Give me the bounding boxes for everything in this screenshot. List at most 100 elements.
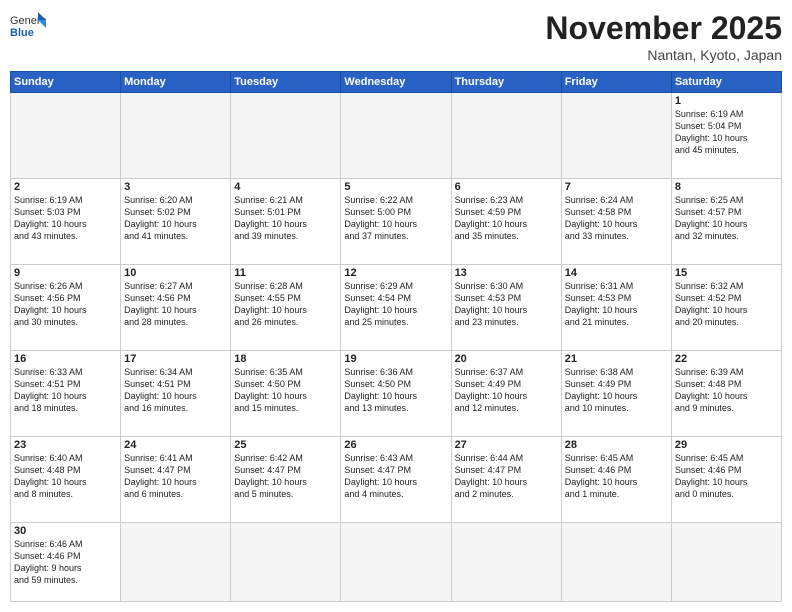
table-row: 23Sunrise: 6:40 AM Sunset: 4:48 PM Dayli…	[11, 436, 121, 522]
day-info: Sunrise: 6:29 AM Sunset: 4:54 PM Dayligh…	[344, 280, 447, 329]
table-row	[121, 93, 231, 179]
day-number: 6	[455, 181, 558, 193]
table-row: 29Sunrise: 6:45 AM Sunset: 4:46 PM Dayli…	[671, 436, 781, 522]
table-row: 27Sunrise: 6:44 AM Sunset: 4:47 PM Dayli…	[451, 436, 561, 522]
table-row	[451, 522, 561, 601]
day-number: 10	[124, 267, 227, 279]
table-row: 20Sunrise: 6:37 AM Sunset: 4:49 PM Dayli…	[451, 350, 561, 436]
day-number: 14	[565, 267, 668, 279]
day-number: 5	[344, 181, 447, 193]
table-row	[121, 522, 231, 601]
day-info: Sunrise: 6:41 AM Sunset: 4:47 PM Dayligh…	[124, 452, 227, 501]
table-row: 22Sunrise: 6:39 AM Sunset: 4:48 PM Dayli…	[671, 350, 781, 436]
day-number: 20	[455, 353, 558, 365]
col-saturday: Saturday	[671, 72, 781, 93]
day-number: 11	[234, 267, 337, 279]
day-number: 1	[675, 95, 778, 107]
day-info: Sunrise: 6:24 AM Sunset: 4:58 PM Dayligh…	[565, 194, 668, 243]
page: General Blue November 2025 Nantan, Kyoto…	[0, 0, 792, 612]
table-row: 5Sunrise: 6:22 AM Sunset: 5:00 PM Daylig…	[341, 178, 451, 264]
day-info: Sunrise: 6:34 AM Sunset: 4:51 PM Dayligh…	[124, 366, 227, 415]
day-info: Sunrise: 6:19 AM Sunset: 5:03 PM Dayligh…	[14, 194, 117, 243]
day-info: Sunrise: 6:42 AM Sunset: 4:47 PM Dayligh…	[234, 452, 337, 501]
table-row: 10Sunrise: 6:27 AM Sunset: 4:56 PM Dayli…	[121, 264, 231, 350]
col-wednesday: Wednesday	[341, 72, 451, 93]
table-row	[11, 93, 121, 179]
day-number: 18	[234, 353, 337, 365]
day-info: Sunrise: 6:26 AM Sunset: 4:56 PM Dayligh…	[14, 280, 117, 329]
table-row: 19Sunrise: 6:36 AM Sunset: 4:50 PM Dayli…	[341, 350, 451, 436]
day-info: Sunrise: 6:19 AM Sunset: 5:04 PM Dayligh…	[675, 108, 778, 157]
day-number: 25	[234, 439, 337, 451]
logo: General Blue	[10, 10, 46, 38]
day-number: 19	[344, 353, 447, 365]
table-row: 26Sunrise: 6:43 AM Sunset: 4:47 PM Dayli…	[341, 436, 451, 522]
day-info: Sunrise: 6:30 AM Sunset: 4:53 PM Dayligh…	[455, 280, 558, 329]
table-row: 8Sunrise: 6:25 AM Sunset: 4:57 PM Daylig…	[671, 178, 781, 264]
table-row: 18Sunrise: 6:35 AM Sunset: 4:50 PM Dayli…	[231, 350, 341, 436]
table-row: 7Sunrise: 6:24 AM Sunset: 4:58 PM Daylig…	[561, 178, 671, 264]
day-number: 24	[124, 439, 227, 451]
table-row	[451, 93, 561, 179]
day-info: Sunrise: 6:21 AM Sunset: 5:01 PM Dayligh…	[234, 194, 337, 243]
table-row	[561, 522, 671, 601]
table-row: 25Sunrise: 6:42 AM Sunset: 4:47 PM Dayli…	[231, 436, 341, 522]
col-friday: Friday	[561, 72, 671, 93]
day-info: Sunrise: 6:40 AM Sunset: 4:48 PM Dayligh…	[14, 452, 117, 501]
title-block: November 2025 Nantan, Kyoto, Japan	[545, 10, 782, 63]
table-row: 4Sunrise: 6:21 AM Sunset: 5:01 PM Daylig…	[231, 178, 341, 264]
logo-icon: General Blue	[10, 10, 46, 38]
table-row: 16Sunrise: 6:33 AM Sunset: 4:51 PM Dayli…	[11, 350, 121, 436]
day-number: 17	[124, 353, 227, 365]
day-info: Sunrise: 6:45 AM Sunset: 4:46 PM Dayligh…	[675, 452, 778, 501]
day-info: Sunrise: 6:28 AM Sunset: 4:55 PM Dayligh…	[234, 280, 337, 329]
table-row: 15Sunrise: 6:32 AM Sunset: 4:52 PM Dayli…	[671, 264, 781, 350]
day-number: 26	[344, 439, 447, 451]
day-number: 16	[14, 353, 117, 365]
table-row	[231, 522, 341, 601]
day-info: Sunrise: 6:33 AM Sunset: 4:51 PM Dayligh…	[14, 366, 117, 415]
day-info: Sunrise: 6:36 AM Sunset: 4:50 PM Dayligh…	[344, 366, 447, 415]
day-number: 28	[565, 439, 668, 451]
day-number: 22	[675, 353, 778, 365]
col-tuesday: Tuesday	[231, 72, 341, 93]
day-number: 15	[675, 267, 778, 279]
day-info: Sunrise: 6:45 AM Sunset: 4:46 PM Dayligh…	[565, 452, 668, 501]
table-row: 12Sunrise: 6:29 AM Sunset: 4:54 PM Dayli…	[341, 264, 451, 350]
day-number: 27	[455, 439, 558, 451]
table-row: 17Sunrise: 6:34 AM Sunset: 4:51 PM Dayli…	[121, 350, 231, 436]
day-info: Sunrise: 6:32 AM Sunset: 4:52 PM Dayligh…	[675, 280, 778, 329]
table-row	[231, 93, 341, 179]
day-number: 8	[675, 181, 778, 193]
day-info: Sunrise: 6:23 AM Sunset: 4:59 PM Dayligh…	[455, 194, 558, 243]
day-number: 12	[344, 267, 447, 279]
day-number: 21	[565, 353, 668, 365]
table-row: 21Sunrise: 6:38 AM Sunset: 4:49 PM Dayli…	[561, 350, 671, 436]
table-row	[671, 522, 781, 601]
table-row: 28Sunrise: 6:45 AM Sunset: 4:46 PM Dayli…	[561, 436, 671, 522]
day-number: 9	[14, 267, 117, 279]
day-info: Sunrise: 6:31 AM Sunset: 4:53 PM Dayligh…	[565, 280, 668, 329]
weekday-header-row: Sunday Monday Tuesday Wednesday Thursday…	[11, 72, 782, 93]
table-row: 13Sunrise: 6:30 AM Sunset: 4:53 PM Dayli…	[451, 264, 561, 350]
day-info: Sunrise: 6:22 AM Sunset: 5:00 PM Dayligh…	[344, 194, 447, 243]
calendar-week-row: 2Sunrise: 6:19 AM Sunset: 5:03 PM Daylig…	[11, 178, 782, 264]
calendar-week-row: 16Sunrise: 6:33 AM Sunset: 4:51 PM Dayli…	[11, 350, 782, 436]
col-sunday: Sunday	[11, 72, 121, 93]
day-number: 13	[455, 267, 558, 279]
calendar-week-row: 1Sunrise: 6:19 AM Sunset: 5:04 PM Daylig…	[11, 93, 782, 179]
day-info: Sunrise: 6:37 AM Sunset: 4:49 PM Dayligh…	[455, 366, 558, 415]
table-row: 9Sunrise: 6:26 AM Sunset: 4:56 PM Daylig…	[11, 264, 121, 350]
day-info: Sunrise: 6:27 AM Sunset: 4:56 PM Dayligh…	[124, 280, 227, 329]
table-row	[341, 522, 451, 601]
day-info: Sunrise: 6:20 AM Sunset: 5:02 PM Dayligh…	[124, 194, 227, 243]
table-row: 14Sunrise: 6:31 AM Sunset: 4:53 PM Dayli…	[561, 264, 671, 350]
day-number: 23	[14, 439, 117, 451]
table-row	[341, 93, 451, 179]
day-info: Sunrise: 6:25 AM Sunset: 4:57 PM Dayligh…	[675, 194, 778, 243]
day-info: Sunrise: 6:46 AM Sunset: 4:46 PM Dayligh…	[14, 538, 117, 587]
month-title: November 2025	[545, 10, 782, 47]
table-row: 2Sunrise: 6:19 AM Sunset: 5:03 PM Daylig…	[11, 178, 121, 264]
day-info: Sunrise: 6:38 AM Sunset: 4:49 PM Dayligh…	[565, 366, 668, 415]
calendar-week-row: 9Sunrise: 6:26 AM Sunset: 4:56 PM Daylig…	[11, 264, 782, 350]
